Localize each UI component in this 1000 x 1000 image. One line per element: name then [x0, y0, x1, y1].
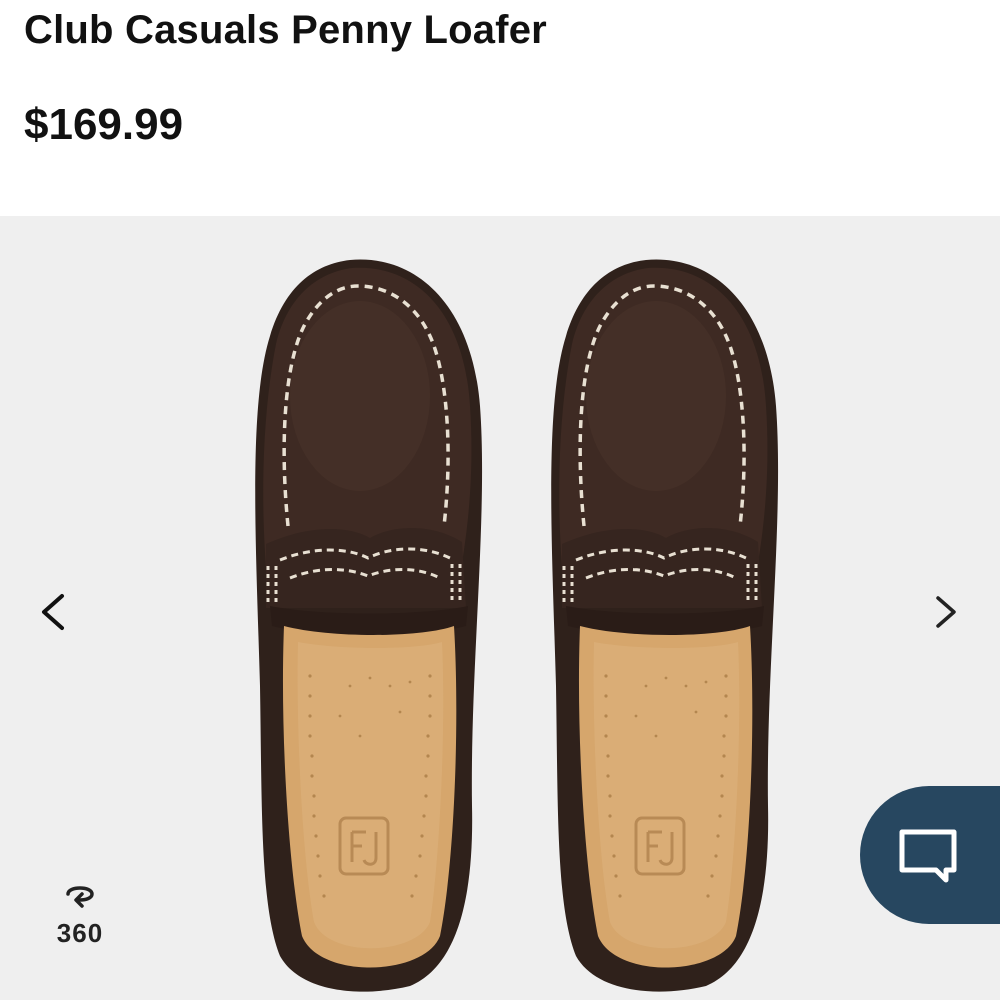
- chevron-right-icon: [936, 596, 956, 628]
- view-360-button[interactable]: 360: [44, 880, 116, 964]
- product-header: Club Casuals Penny Loafer $169.99: [0, 0, 1000, 216]
- product-image: [253, 257, 780, 994]
- previous-image-button[interactable]: [32, 582, 72, 642]
- product-image-gallery[interactable]: 360: [0, 216, 1000, 1000]
- rotate-360-icon: [66, 886, 94, 908]
- product-title: Club Casuals Penny Loafer: [24, 8, 547, 52]
- chevron-left-icon: [42, 594, 64, 630]
- product-price: $169.99: [24, 100, 184, 149]
- chat-bubble-icon: [899, 829, 957, 883]
- view-360-label: 360: [56, 918, 104, 948]
- next-image-button[interactable]: [926, 582, 966, 642]
- chat-button[interactable]: [860, 786, 1000, 924]
